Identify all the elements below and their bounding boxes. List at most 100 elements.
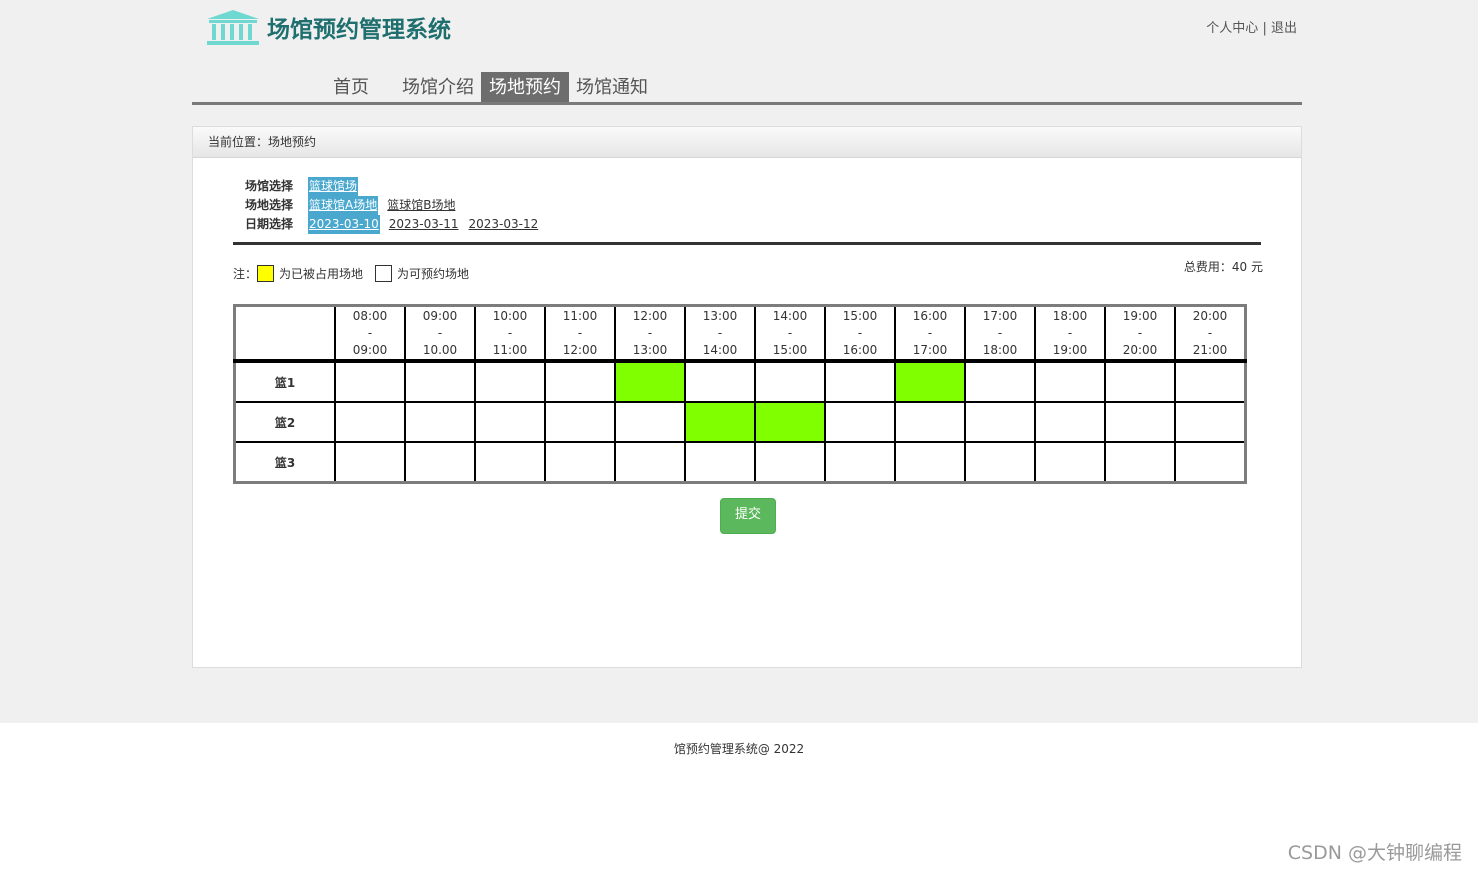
- slot-cell[interactable]: [894, 401, 966, 443]
- slot-cell[interactable]: [614, 401, 686, 443]
- slot-header: 17:00 - 18:00: [964, 304, 1036, 363]
- slot-cell[interactable]: [1104, 441, 1176, 484]
- slot-cell[interactable]: [614, 360, 686, 403]
- slot-cell[interactable]: [964, 441, 1036, 484]
- slot-dash: -: [927, 325, 933, 340]
- slot-cell[interactable]: [474, 441, 546, 484]
- slot-end: 12:00: [562, 342, 598, 357]
- slot-dash: -: [437, 325, 443, 340]
- slot-cell[interactable]: [754, 360, 826, 403]
- logout-link[interactable]: 退出: [1271, 21, 1297, 36]
- nav-notice[interactable]: 场馆通知: [568, 72, 656, 102]
- slot-start: 14:00: [772, 308, 808, 323]
- slot-cell[interactable]: [1034, 401, 1106, 443]
- slot-cell[interactable]: [754, 441, 826, 484]
- slot-cell[interactable]: [1104, 360, 1176, 403]
- slot-dash: -: [717, 325, 723, 340]
- slot-cell[interactable]: [894, 360, 966, 403]
- nav-booking[interactable]: 场地预约: [481, 72, 569, 102]
- venue-option[interactable]: 篮球馆场: [308, 177, 359, 196]
- divider-line: [233, 242, 1261, 245]
- slot-end: 13:00: [632, 342, 668, 357]
- footer: 馆预约管理系统@ 2022: [673, 742, 805, 756]
- slot-cell[interactable]: [334, 441, 406, 484]
- nav-venue-intro[interactable]: 场馆介绍: [394, 72, 482, 102]
- slot-end: 19:00: [1052, 342, 1088, 357]
- slot-start: 09:00: [422, 308, 458, 323]
- slot-end: 14:00: [702, 342, 738, 357]
- date-option[interactable]: 2023-03-10: [308, 215, 380, 234]
- slot-start: 08:00: [352, 308, 388, 323]
- slot-start: 20:00: [1192, 308, 1228, 323]
- field-option[interactable]: 篮球馆B场地: [386, 196, 456, 215]
- slot-header: 11:00 - 12:00: [544, 304, 616, 363]
- occupied-swatch: [257, 265, 275, 282]
- slot-end: 10.00: [422, 342, 458, 357]
- nav-home[interactable]: 首页: [325, 72, 377, 102]
- slot-cell[interactable]: [1174, 401, 1247, 443]
- slot-cell[interactable]: [544, 360, 616, 403]
- slot-cell[interactable]: [1034, 360, 1106, 403]
- slot-start: 11:00: [562, 308, 598, 323]
- page-background: 场馆预约管理系统 个人中心 | 退出 首页 场馆介绍 场地预约 场馆通知 当前位…: [0, 0, 1478, 723]
- slot-start: 12:00: [632, 308, 668, 323]
- slot-header: 20:00 - 21:00: [1174, 304, 1247, 363]
- slot-cell[interactable]: [894, 441, 966, 484]
- user-center-link[interactable]: 个人中心: [1206, 21, 1258, 36]
- slot-cell[interactable]: [334, 401, 406, 443]
- slot-cell[interactable]: [754, 401, 826, 443]
- slot-dash: -: [367, 325, 373, 340]
- date-option[interactable]: 2023-03-12: [468, 215, 540, 234]
- slot-cell[interactable]: [824, 401, 896, 443]
- slot-cell[interactable]: [684, 441, 756, 484]
- table-row: 篮2: [233, 401, 1247, 443]
- slot-header: 13:00 - 14:00: [684, 304, 756, 363]
- slot-header: 09:00 - 10.00: [404, 304, 476, 363]
- slot-dash: -: [647, 325, 653, 340]
- slot-cell[interactable]: [684, 360, 756, 403]
- slot-end: 09:00: [352, 342, 388, 357]
- slot-header: 15:00 - 16:00: [824, 304, 896, 363]
- legend-prefix: 注：: [233, 267, 258, 281]
- slot-cell[interactable]: [404, 360, 476, 403]
- slot-cell[interactable]: [964, 360, 1036, 403]
- slot-cell[interactable]: [824, 360, 896, 403]
- slot-cell[interactable]: [684, 401, 756, 443]
- user-links: 个人中心 | 退出: [1206, 17, 1297, 36]
- slot-cell[interactable]: [1034, 441, 1106, 484]
- slot-cell[interactable]: [1174, 360, 1247, 403]
- venue-label: 场馆选择: [245, 179, 294, 193]
- date-label: 日期选择: [245, 217, 294, 231]
- slot-end: 21:00: [1192, 342, 1228, 357]
- slot-dash: -: [507, 325, 513, 340]
- slot-cell[interactable]: [614, 441, 686, 484]
- slot-header: 18:00 - 19:00: [1034, 304, 1106, 363]
- field-label: 场地选择: [245, 198, 294, 212]
- slot-cell[interactable]: [334, 360, 406, 403]
- slot-cell[interactable]: [474, 360, 546, 403]
- slot-cell[interactable]: [474, 401, 546, 443]
- slot-cell[interactable]: [404, 441, 476, 484]
- field-option[interactable]: 篮球馆A场地: [308, 196, 379, 215]
- slot-dash: -: [857, 325, 863, 340]
- slot-cell[interactable]: [964, 401, 1036, 443]
- slot-cell[interactable]: [824, 441, 896, 484]
- logo[interactable]: 场馆预约管理系统: [205, 7, 451, 47]
- slot-cell[interactable]: [404, 401, 476, 443]
- date-option[interactable]: 2023-03-11: [388, 215, 460, 234]
- slot-dash: -: [577, 325, 583, 340]
- slot-cell[interactable]: [1104, 401, 1176, 443]
- submit-button[interactable]: 提交: [720, 498, 776, 534]
- slot-dash: -: [1207, 325, 1213, 340]
- slot-end: 15:00: [772, 342, 808, 357]
- slot-cell[interactable]: [544, 401, 616, 443]
- slot-start: 13:00: [702, 308, 738, 323]
- slot-start: 19:00: [1122, 308, 1158, 323]
- breadcrumb: 当前位置：场地预约: [193, 127, 1301, 158]
- slot-header: 08:00 - 09:00: [334, 304, 406, 363]
- slot-end: 11:00: [492, 342, 528, 357]
- corner-cell: [233, 304, 336, 363]
- total-fee: 总费用：40 元: [1183, 260, 1263, 274]
- slot-cell[interactable]: [544, 441, 616, 484]
- slot-cell[interactable]: [1174, 441, 1247, 484]
